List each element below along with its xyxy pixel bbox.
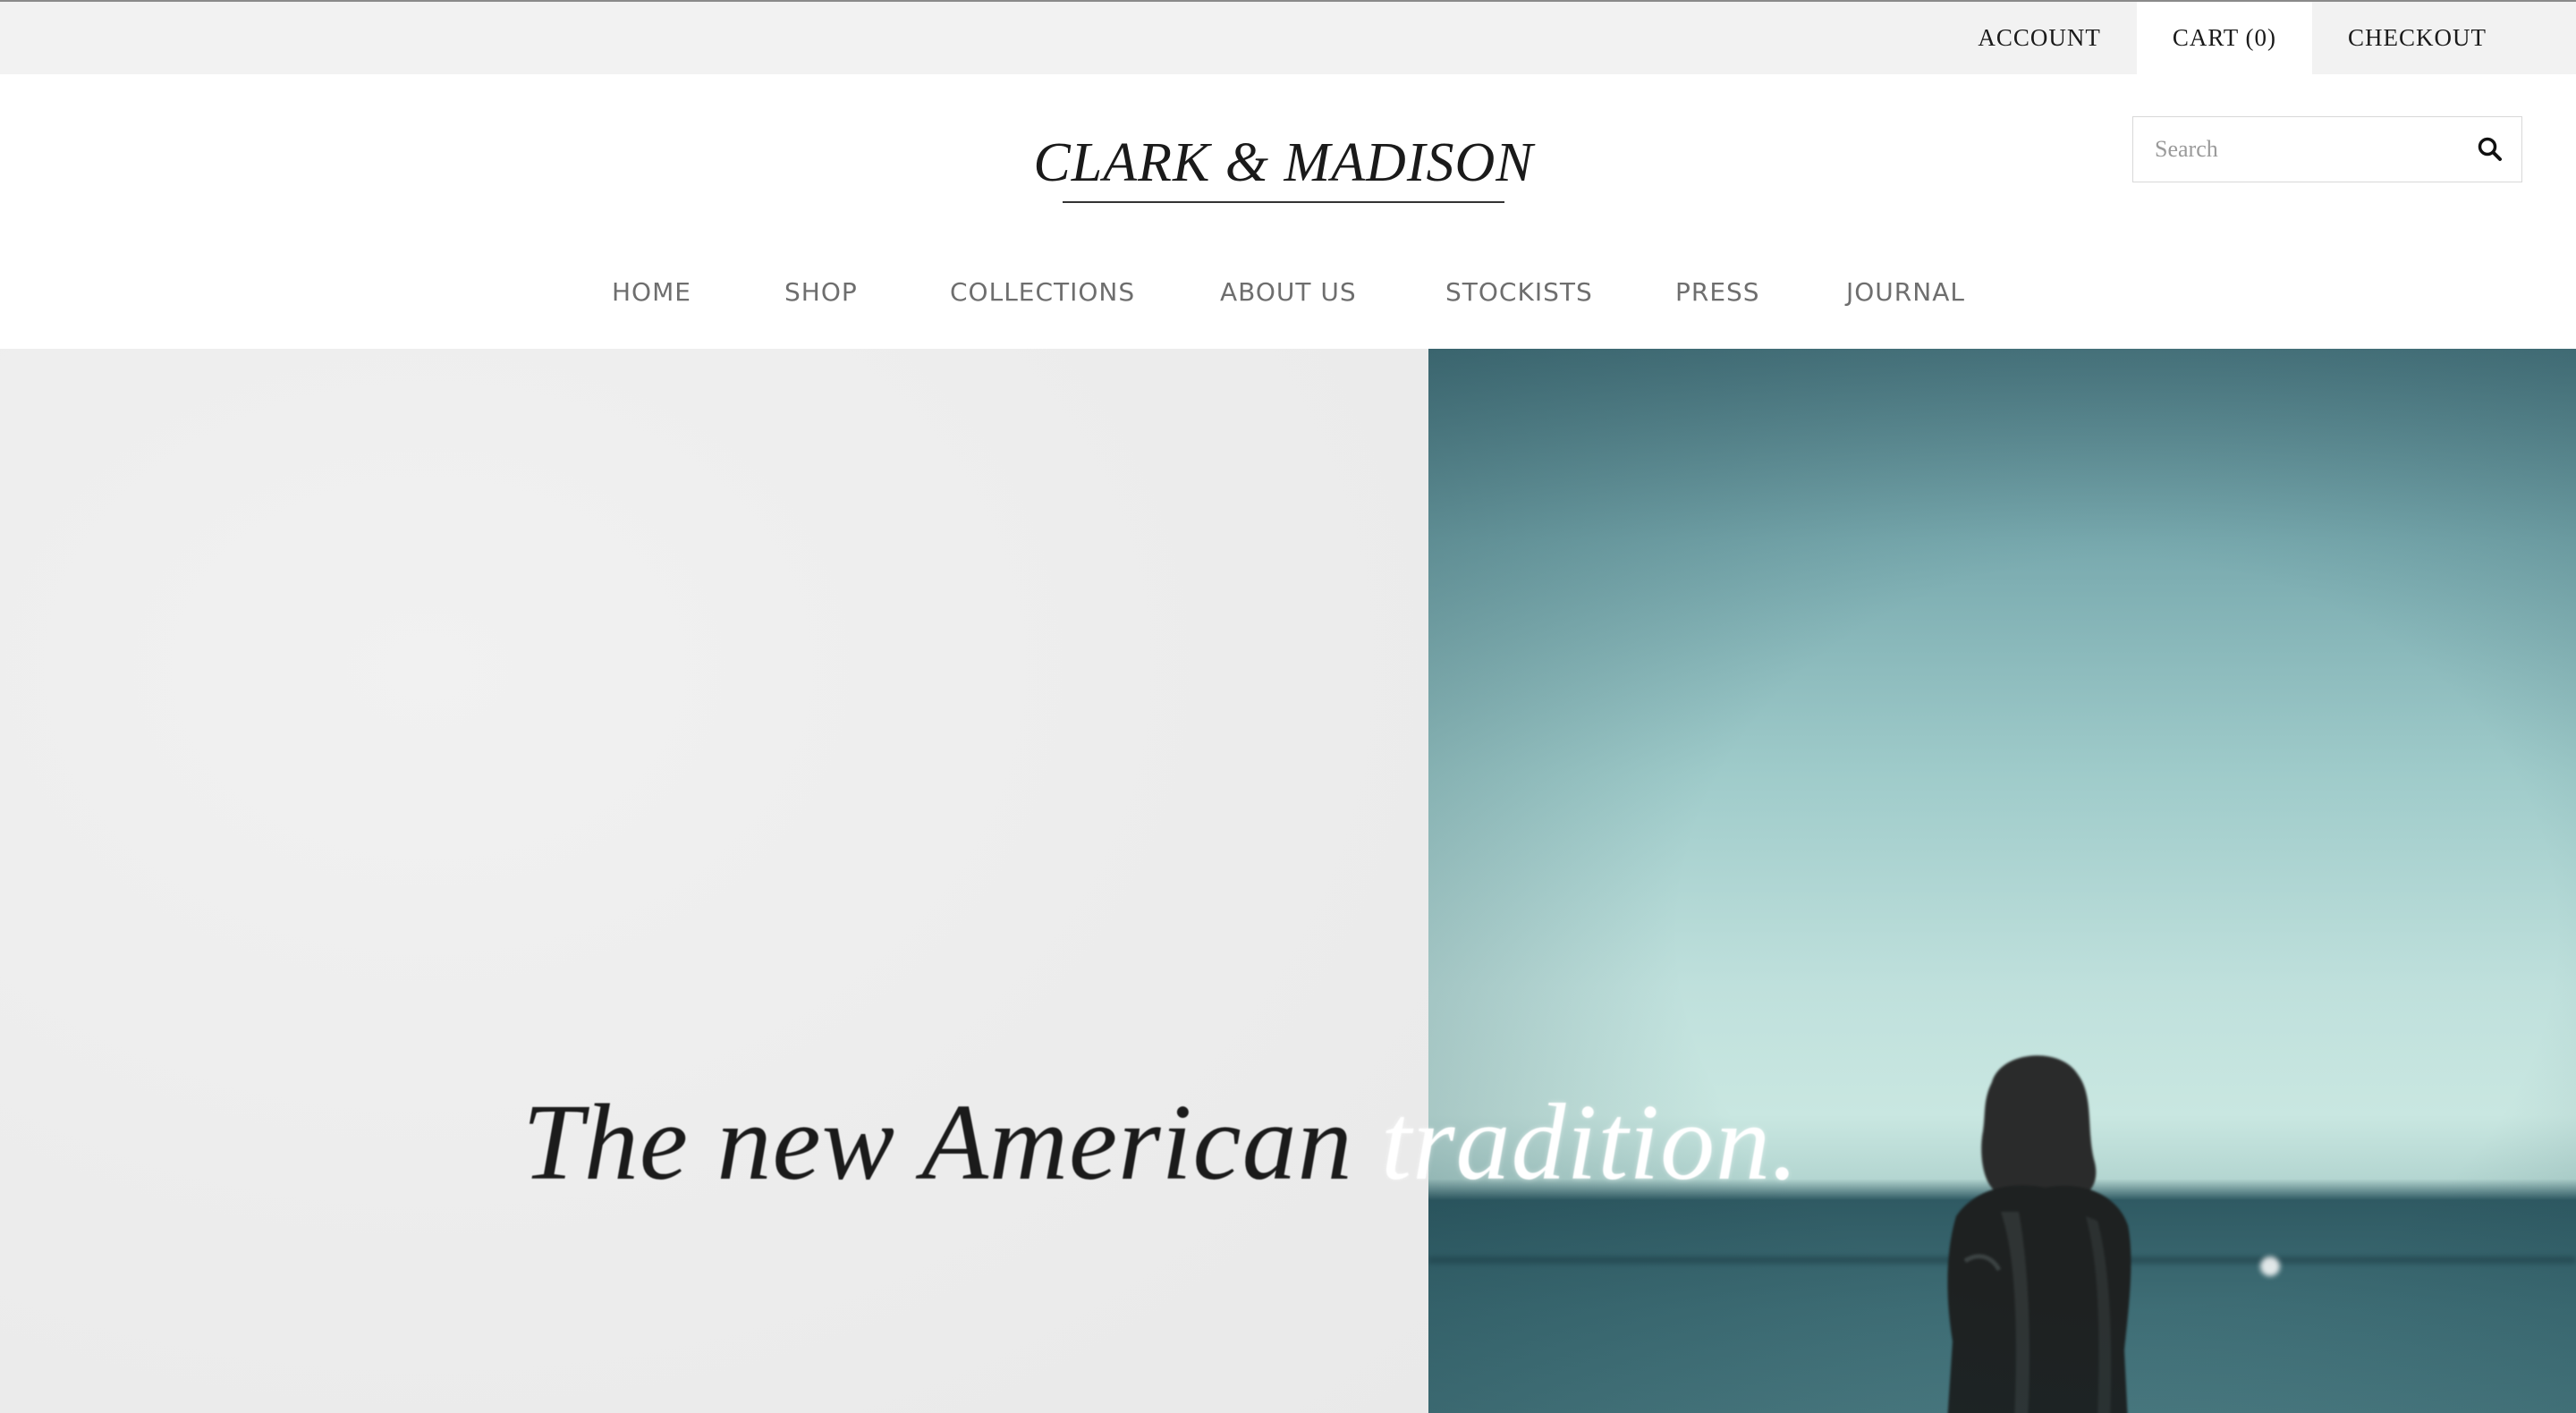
search-box bbox=[2132, 116, 2522, 182]
checkout-link[interactable]: CHECKOUT bbox=[2312, 2, 2522, 74]
hero-left-panel bbox=[0, 349, 1428, 1413]
hero-photo bbox=[1428, 349, 2576, 1413]
nav-item-about-us[interactable]: ABOUT US bbox=[1220, 277, 1357, 307]
top-utility-bar: ACCOUNT CART (0) CHECKOUT bbox=[0, 0, 2576, 74]
nav-item-stockists[interactable]: STOCKISTS bbox=[1445, 277, 1593, 307]
main-nav: HOME SHOP COLLECTIONS ABOUT US STOCKISTS… bbox=[0, 277, 2576, 322]
cart-link[interactable]: CART (0) bbox=[2136, 2, 2312, 74]
hero-tagline: The new American tradition. bbox=[522, 1085, 1800, 1201]
search-icon bbox=[2478, 137, 2502, 161]
search-input[interactable] bbox=[2133, 117, 2459, 182]
nav-item-collections[interactable]: COLLECTIONS bbox=[950, 277, 1135, 307]
nav-item-home[interactable]: HOME bbox=[612, 277, 691, 307]
search-button[interactable] bbox=[2459, 117, 2521, 182]
tagline-light-text: tradition. bbox=[1381, 1082, 1800, 1203]
logo-underline bbox=[1063, 201, 1504, 203]
hero-banner[interactable]: The new American tradition. bbox=[0, 349, 2576, 1413]
nav-item-press[interactable]: PRESS bbox=[1675, 277, 1760, 307]
site-header: CLARK & MADISON HOME SHOP COLLECTIONS AB… bbox=[0, 74, 2576, 349]
nav-item-shop[interactable]: SHOP bbox=[784, 277, 858, 307]
account-links: ACCOUNT CART (0) CHECKOUT bbox=[1942, 2, 2522, 74]
nav-item-journal[interactable]: JOURNAL bbox=[1846, 277, 1965, 307]
brand-logo: CLARK & MADISON bbox=[1033, 132, 1534, 193]
logo-link[interactable]: CLARK & MADISON bbox=[1020, 131, 1547, 203]
photo-vignette bbox=[1428, 349, 2576, 1413]
account-link[interactable]: ACCOUNT bbox=[1942, 2, 2137, 74]
tagline-dark-text: The new American bbox=[522, 1082, 1353, 1203]
